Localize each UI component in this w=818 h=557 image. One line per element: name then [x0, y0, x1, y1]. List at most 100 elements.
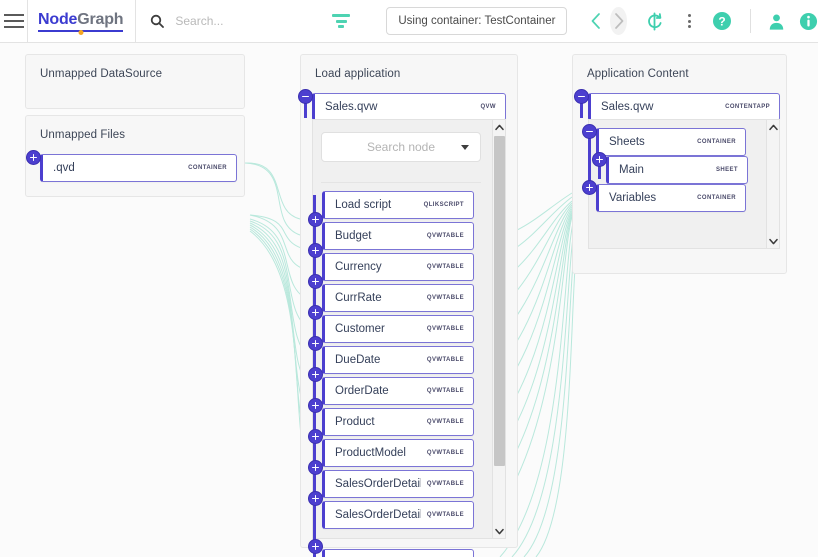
node-type: QLIKSCRIPT: [423, 202, 464, 208]
node-label: Sales.qvw: [601, 101, 654, 113]
node-label: Variables: [609, 192, 657, 204]
app-header: NodeGraph Using container: TestContainer: [0, 0, 818, 43]
hamburger-menu-icon[interactable]: [0, 0, 27, 42]
node-type: QVWTABLE: [426, 481, 464, 487]
help-circle-icon: ?: [713, 12, 732, 30]
node-label: DueDate: [335, 354, 381, 366]
scroll-down-button[interactable]: [767, 234, 779, 248]
node-type: CONTAINER: [697, 195, 736, 201]
nav-back-button[interactable]: [589, 7, 602, 35]
filter-icon[interactable]: [332, 11, 351, 31]
node-expand-knob[interactable]: [308, 491, 323, 506]
node-expand-knob[interactable]: [308, 367, 323, 382]
node-type: QVWTABLE: [426, 357, 464, 363]
node-type: QVW: [480, 104, 496, 110]
global-search[interactable]: [150, 13, 289, 29]
node-currency[interactable]: Currency QVWTABLE: [322, 253, 474, 281]
node-load-script[interactable]: Load script QLIKSCRIPT: [322, 191, 474, 219]
node-productmodel[interactable]: ProductModel QVWTABLE: [322, 439, 474, 467]
node-qvd[interactable]: .qvd CONTAINER: [40, 154, 237, 182]
node-expand-knob[interactable]: [308, 336, 323, 351]
scroll-up-button[interactable]: [767, 120, 779, 134]
scroll-up-button[interactable]: [493, 120, 505, 134]
node-label: Product: [335, 416, 375, 428]
node-type: QVWTABLE: [426, 264, 464, 270]
node-budget[interactable]: Budget QVWTABLE: [322, 222, 474, 250]
list-divider: [321, 182, 481, 183]
search-input[interactable]: [173, 13, 289, 29]
node-label: Load script: [335, 199, 392, 211]
node-type: QVWTABLE: [426, 326, 464, 332]
group-title-load-application: Load application: [315, 68, 401, 80]
logo-text-graph: Graph: [77, 10, 124, 28]
node-type: QVWTABLE: [426, 233, 464, 239]
node-salesorderdetail-da[interactable]: SalesOrderDetail_Da... QVWTABLE: [322, 501, 474, 529]
app-logo[interactable]: NodeGraph: [27, 0, 137, 42]
node-sheets[interactable]: Sheets CONTAINER: [596, 128, 746, 156]
more-options-button[interactable]: [684, 10, 695, 32]
node-type: CONTAINER: [697, 139, 736, 145]
help-button[interactable]: ?: [712, 11, 732, 31]
node-expand-knob[interactable]: [308, 539, 323, 554]
node-collapse-knob-sales-qvw-content[interactable]: [574, 89, 589, 104]
node-expand-knob[interactable]: [582, 180, 597, 195]
node-expand-knob[interactable]: [308, 429, 323, 444]
node-collapse-knob-sales-qvw-load[interactable]: [298, 89, 313, 104]
refresh-icon: [648, 12, 662, 30]
node-label: Sales.qvw: [325, 101, 378, 113]
search-icon: [151, 14, 165, 28]
node-label: Sheets: [609, 136, 645, 148]
container-indicator[interactable]: Using container: TestContainer: [386, 7, 568, 35]
nav-forward-button[interactable]: [610, 7, 627, 35]
node-label: Currency: [335, 261, 382, 273]
user-avatar-icon: [769, 13, 784, 30]
node-label: ProductModel: [335, 447, 406, 459]
node-partial-clipped[interactable]: [322, 549, 474, 557]
node-label: OrderDate: [335, 385, 389, 397]
node-label: SalesOrderDetail: [335, 478, 421, 490]
refresh-button[interactable]: [645, 12, 664, 31]
node-label: Customer: [335, 323, 385, 335]
chevron-up-icon: [495, 124, 504, 130]
node-currrate[interactable]: CurrRate QVWTABLE: [322, 284, 474, 312]
scrollbar-thumb[interactable]: [494, 136, 505, 466]
node-expand-knob[interactable]: [308, 460, 323, 475]
vertical-scrollbar[interactable]: [766, 120, 779, 248]
node-expand-knob[interactable]: [308, 274, 323, 289]
group-title-unmapped-files: Unmapped Files: [40, 129, 126, 141]
search-node-dropdown[interactable]: Search node: [321, 132, 481, 162]
user-account-button[interactable]: [767, 12, 786, 31]
node-main[interactable]: Main SHEET: [606, 156, 748, 184]
node-type: CONTENTAPP: [725, 104, 770, 110]
node-customer[interactable]: Customer QVWTABLE: [322, 315, 474, 343]
node-salesorderdetail[interactable]: SalesOrderDetail QVWTABLE: [322, 470, 474, 498]
logo-text-node: Node: [38, 10, 78, 28]
svg-text:?: ?: [719, 15, 726, 29]
node-label: CurrRate: [335, 292, 382, 304]
node-product[interactable]: Product QVWTABLE: [322, 408, 474, 436]
chevron-down-icon: [461, 144, 469, 150]
node-expand-knob[interactable]: [308, 398, 323, 413]
node-expand-knob[interactable]: [308, 243, 323, 258]
node-expand-knob[interactable]: [308, 212, 323, 227]
node-type: QVWTABLE: [426, 450, 464, 456]
vertical-scrollbar[interactable]: [492, 120, 505, 538]
node-variables[interactable]: Variables CONTAINER: [596, 184, 746, 212]
info-button[interactable]: [799, 12, 818, 31]
node-expand-knob-qvd[interactable]: [26, 150, 41, 165]
node-type: SHEET: [715, 167, 738, 173]
group-unmapped-datasource: Unmapped DataSource: [25, 54, 245, 109]
group-title-unmapped-datasource: Unmapped DataSource: [40, 68, 163, 80]
node-sales-qvw-load[interactable]: Sales.qvw QVW: [312, 93, 506, 121]
node-type: QVWTABLE: [426, 512, 464, 518]
node-type: QVWTABLE: [426, 295, 464, 301]
node-orderdate[interactable]: OrderDate QVWTABLE: [322, 377, 474, 405]
node-collapse-knob[interactable]: [582, 124, 597, 139]
node-duedate[interactable]: DueDate QVWTABLE: [322, 346, 474, 374]
node-expand-knob[interactable]: [592, 152, 607, 167]
scroll-down-button[interactable]: [493, 524, 505, 538]
graph-canvas[interactable]: Unmapped DataSource Unmapped Files .qvd …: [0, 43, 818, 557]
node-sales-qvw-content[interactable]: Sales.qvw CONTENTAPP: [588, 93, 780, 121]
info-circle-icon: [799, 12, 818, 30]
node-expand-knob[interactable]: [308, 305, 323, 320]
